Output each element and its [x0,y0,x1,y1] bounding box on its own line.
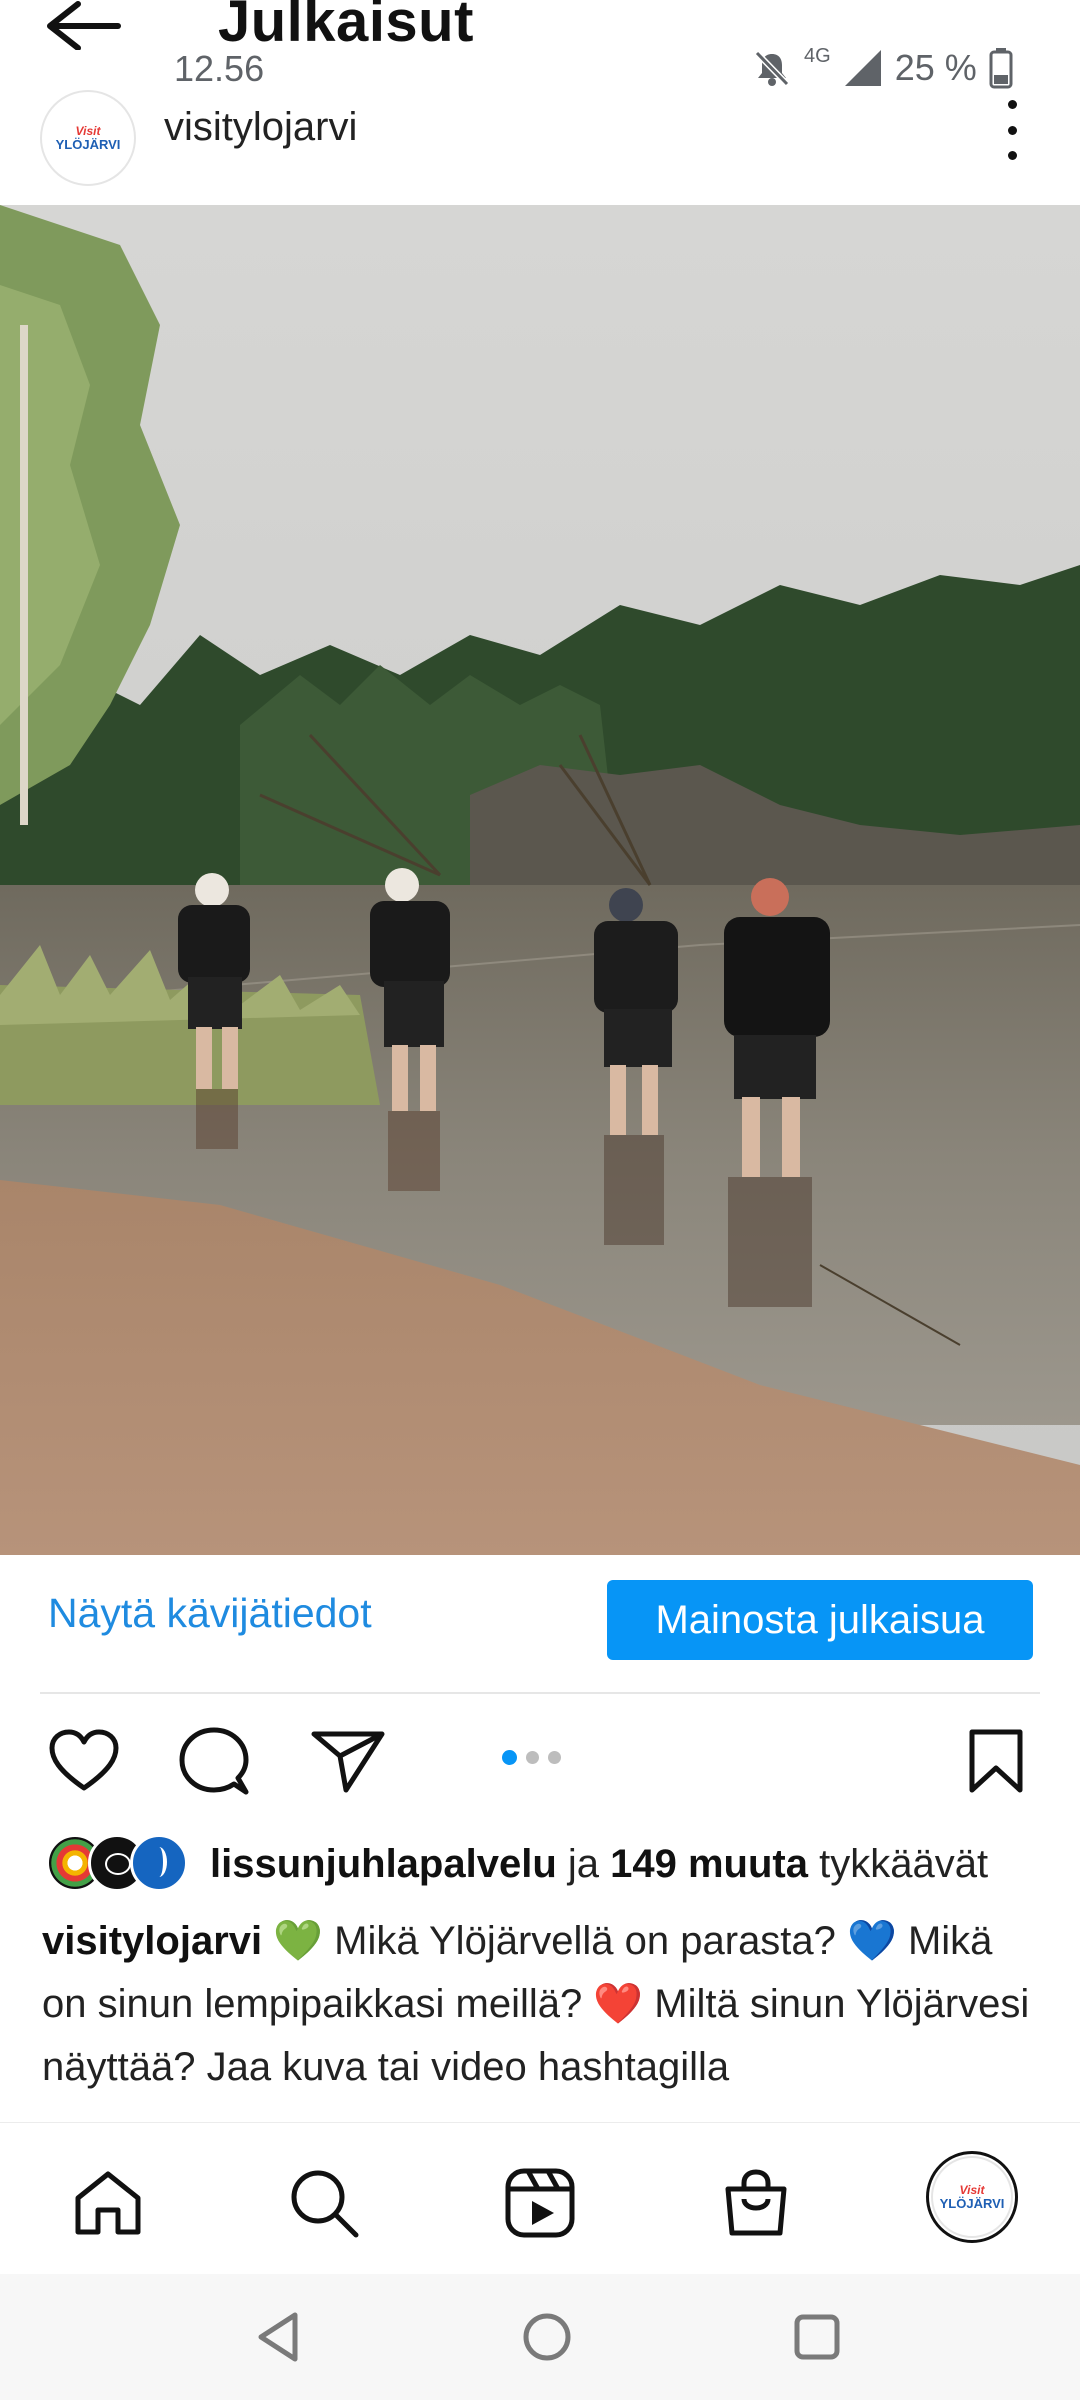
battery-icon [989,48,1013,89]
status-time: 12.56 [174,48,265,89]
carousel-indicator [502,1750,561,1765]
profile-avatar-image: Visit YLÖJÄRVI [931,2156,1013,2238]
arrow-left-icon[interactable] [40,0,130,51]
likes-suffix: tykkäävät [807,1842,989,1886]
avatar[interactable]: Visit YLÖJÄRVI [40,90,136,186]
others-count[interactable]: 149 muuta [610,1842,808,1886]
comment-icon[interactable] [176,1725,252,1797]
carousel-dot [526,1751,539,1764]
bottom-navigation: Visit YLÖJÄRVI [0,2122,1080,2275]
divider [40,1692,1040,1694]
more-options-icon[interactable] [996,100,1028,160]
network-type: 4G [804,44,831,67]
bookmark-icon[interactable] [958,1725,1034,1797]
profile-avatar[interactable]: Visit YLÖJÄRVI [926,2151,1018,2243]
likes-summary[interactable]: lissunjuhlapalvelu ja 149 muuta tykkäävä… [210,1842,988,1887]
carousel-dot-active [502,1750,517,1765]
heart-icon[interactable] [46,1725,122,1797]
page-title: Julkaisut [218,0,474,54]
system-home-icon[interactable] [512,2302,582,2372]
likers-avatars[interactable] [46,1834,196,1892]
battery-percent: 25 % [894,47,977,88]
first-liker[interactable]: lissunjuhlapalvelu [210,1842,557,1886]
reels-icon[interactable] [500,2163,580,2243]
top-app-bar [0,0,1080,205]
post-caption: visitylojarvi 💚 Mikä Ylöjärvellä on para… [42,1910,1042,2124]
shop-icon[interactable] [716,2163,796,2243]
system-recents-icon[interactable] [782,2302,852,2372]
avatar-logo: Visit YLÖJÄRVI [939,2184,1005,2211]
lake-fishing-photo [0,205,1080,1555]
view-insights-link[interactable]: Näytä kävijätiedot [48,1590,372,1637]
avatar-logo-line2: YLÖJÄRVI [55,137,121,152]
system-back-icon[interactable] [244,2302,314,2372]
mute-notifications-icon [754,50,790,87]
search-icon[interactable] [284,2163,364,2243]
avatar-logo-line2: YLÖJÄRVI [939,2196,1005,2211]
liker-avatar [130,1834,188,1892]
promote-post-button[interactable]: Mainosta julkaisua [607,1580,1033,1660]
caption-username[interactable]: visitylojarvi [42,1919,262,1963]
post-image[interactable] [0,205,1080,1555]
avatar-logo: Visit YLÖJÄRVI [55,125,121,152]
carousel-dot [548,1751,561,1764]
signal-icon [844,50,881,86]
post-username[interactable]: visitylojarvi [164,105,357,150]
likes-connector: ja [556,1842,611,1886]
home-icon[interactable] [68,2163,148,2243]
system-navigation-bar [0,2274,1080,2400]
status-icons: 4G 25 % [752,44,1013,90]
share-icon[interactable] [308,1725,388,1797]
